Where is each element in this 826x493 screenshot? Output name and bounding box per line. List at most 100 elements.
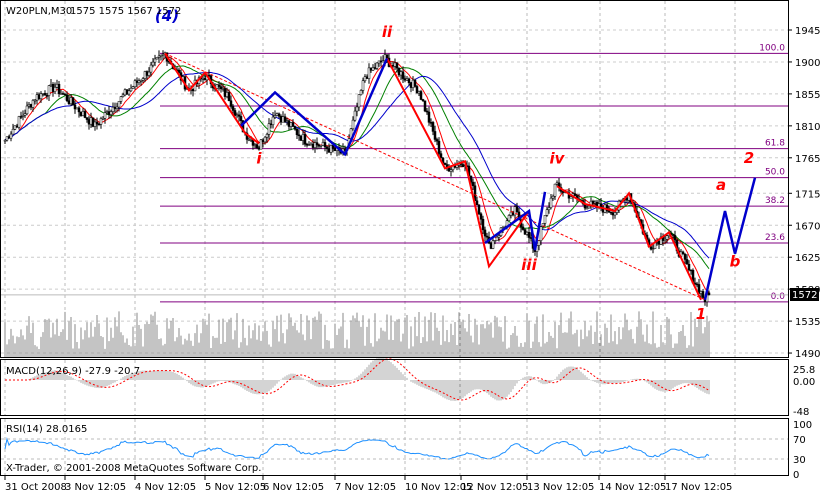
candle-body xyxy=(95,121,99,125)
candle-body xyxy=(471,181,475,187)
candle-body xyxy=(481,218,485,231)
candle-body xyxy=(327,148,331,153)
price-tick-label: 1810 xyxy=(795,122,820,133)
wave-label: iii xyxy=(521,256,537,274)
candle-body xyxy=(309,143,313,146)
candle-body xyxy=(361,80,365,91)
macd-tick-label: 25.8 xyxy=(793,365,815,376)
candle-body xyxy=(367,67,371,79)
candle-body xyxy=(395,62,399,69)
candle-body xyxy=(267,123,271,135)
candle-body xyxy=(509,211,513,216)
candle-body xyxy=(227,92,231,101)
price-tick-label: 1715 xyxy=(795,189,820,200)
candle-body xyxy=(413,79,417,87)
candle-body xyxy=(317,144,321,147)
candle-body xyxy=(93,121,97,127)
copyright: X-Trader, © 2001-2008 MetaQuotes Softwar… xyxy=(6,463,261,474)
candle-body xyxy=(385,54,389,59)
candle-body xyxy=(529,237,533,239)
fib-level-label: 0.0 xyxy=(771,292,786,302)
candle-body xyxy=(27,104,31,107)
candle-body xyxy=(265,134,269,138)
candle-body xyxy=(353,110,357,121)
candle-body xyxy=(67,100,71,104)
candle-body xyxy=(365,76,369,79)
candle-body xyxy=(287,120,291,127)
candle-body xyxy=(587,205,591,209)
candle-body xyxy=(127,90,131,95)
candle-body xyxy=(373,67,377,69)
candle-body xyxy=(83,111,87,118)
candle-body xyxy=(663,239,667,241)
candle-body xyxy=(59,93,63,95)
candle-body xyxy=(497,235,501,238)
price-tick-label: 1945 xyxy=(795,26,820,37)
candle-body xyxy=(23,113,27,116)
candle-body xyxy=(151,61,155,66)
candle-body xyxy=(545,209,549,216)
price-chart[interactable]: 100.061.850.038.223.60.0 (4)iiiiiiiv1ab2… xyxy=(0,0,826,493)
candle-body xyxy=(125,89,129,95)
fib-level-label: 50.0 xyxy=(765,168,785,178)
rsi-label: RSI(14) 28.0165 xyxy=(6,424,87,435)
candle-body xyxy=(433,131,437,140)
candle-body xyxy=(495,236,499,241)
candle-body xyxy=(289,122,293,127)
candle-body xyxy=(89,117,93,125)
fib-level-label: 38.2 xyxy=(765,196,785,206)
candle-body xyxy=(297,134,301,137)
candle-body xyxy=(55,83,59,88)
candle-body xyxy=(229,100,233,107)
candle-body xyxy=(285,120,289,122)
candle-body xyxy=(311,143,315,148)
candle-body xyxy=(607,210,611,213)
candle-body xyxy=(407,78,411,84)
candle-body xyxy=(41,93,45,95)
current-price: 1572 xyxy=(792,290,817,301)
wave-label: 1 xyxy=(696,305,706,323)
candle-body xyxy=(239,116,243,121)
candle-body xyxy=(323,142,327,148)
candle-body xyxy=(139,80,143,82)
candle-body xyxy=(29,104,33,108)
candle-body xyxy=(15,125,19,128)
candle-body xyxy=(131,86,135,89)
candle-body xyxy=(299,135,303,141)
candle-body xyxy=(651,248,655,250)
candle-body xyxy=(259,139,263,150)
candle-body xyxy=(53,87,57,92)
price-tick-label: 1855 xyxy=(795,90,820,101)
candle-body xyxy=(657,241,661,245)
candle-body xyxy=(525,232,529,235)
macd-label: MACD(12,26,9) -27.9 -20.7 xyxy=(6,366,140,377)
candle-body xyxy=(253,144,257,146)
candle-body xyxy=(133,80,137,88)
candle-body xyxy=(281,116,285,123)
candle-body xyxy=(63,93,67,96)
candle-body xyxy=(79,111,83,116)
candle-body xyxy=(161,53,165,56)
candle-body xyxy=(111,106,115,112)
candle-body xyxy=(69,97,73,104)
candle-body xyxy=(475,200,479,206)
candle-body xyxy=(107,111,111,115)
candle-body xyxy=(523,229,527,235)
candle-body xyxy=(479,213,483,220)
candle-body xyxy=(425,110,429,113)
time-label: 13 Nov 12:05 xyxy=(527,482,594,493)
candle-body xyxy=(99,118,103,125)
candle-body xyxy=(237,114,241,117)
candle-body xyxy=(573,193,577,196)
time-label: 5 Nov 12:05 xyxy=(205,482,266,493)
wave-label: iv xyxy=(550,149,566,167)
candle-body xyxy=(149,64,153,73)
candle-body xyxy=(45,95,49,97)
candle-body xyxy=(377,60,381,64)
candle-body xyxy=(91,117,95,127)
candle-body xyxy=(119,96,123,102)
candle-body xyxy=(263,136,267,143)
candle-body xyxy=(143,71,147,79)
candle-body xyxy=(217,84,221,87)
candle-body xyxy=(219,86,223,90)
